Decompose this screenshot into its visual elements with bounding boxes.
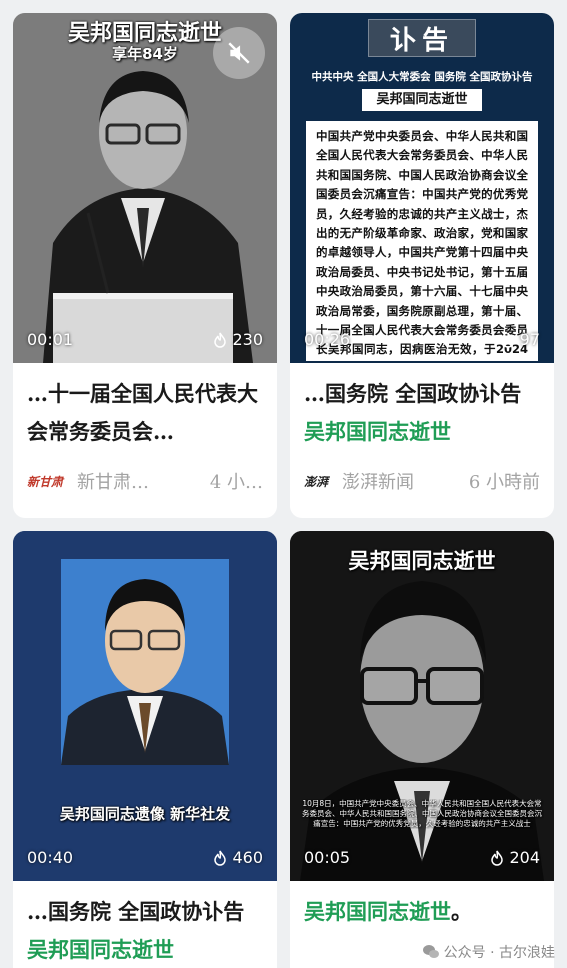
- title-text: …国务院 全国政协讣告: [27, 899, 245, 924]
- notice-badge: 讣告: [368, 19, 476, 57]
- video-thumbnail[interactable]: 吴邦国同志逝世 10月8日，中国共产党中央委员会、中华人民共和国全国人民代表大会…: [290, 531, 554, 881]
- video-title[interactable]: …十一届全国人民代表大会常务委员会…: [13, 363, 277, 451]
- like-number: 230: [232, 330, 263, 349]
- video-title[interactable]: 吴邦国同志逝世。: [290, 881, 554, 931]
- title-highlight: 吴邦国同志逝世: [304, 899, 451, 924]
- source-logo: 新甘肃: [27, 474, 64, 489]
- video-title[interactable]: …国务院 全国政协讣告吴邦国同志逝世: [290, 363, 554, 451]
- source-name: 新甘肃…: [77, 472, 150, 493]
- source-name: 澎湃新闻: [342, 472, 415, 493]
- like-number: 97: [519, 330, 540, 349]
- mute-button[interactable]: [213, 27, 265, 79]
- title-suffix: 。: [451, 899, 472, 924]
- video-title[interactable]: …国务院 全国政协讣告吴邦国同志逝世: [13, 881, 277, 968]
- caption-small: 10月8日，中国共产党中央委员会、中华人民共和国全国人民代表大会常务委员会、中华…: [302, 799, 542, 828]
- video-thumbnail[interactable]: 吴邦国同志逝世 享年84岁 00:01 230: [13, 13, 277, 363]
- like-number: 460: [232, 848, 263, 867]
- like-number: 204: [509, 848, 540, 867]
- like-count[interactable]: 460: [213, 848, 263, 867]
- notice-title: 吴邦国同志逝世: [362, 89, 482, 111]
- like-count[interactable]: 97: [501, 330, 540, 349]
- video-card-2[interactable]: 讣告 中共中央 全国人大常委会 国务院 全国政协讣告 吴邦国同志逝世 中国共产党…: [290, 13, 554, 518]
- video-card-4[interactable]: 吴邦国同志逝世 10月8日，中国共产党中央委员会、中华人民共和国全国人民代表大会…: [290, 531, 554, 968]
- post-time: 6 小時前: [468, 472, 540, 493]
- source-row[interactable]: 新甘肃 新甘肃… 4 小…: [13, 461, 277, 501]
- video-duration: 00:26: [304, 330, 351, 349]
- flame-icon: [214, 332, 227, 348]
- video-duration: 00:05: [304, 848, 351, 867]
- watermark: 公众号 · 古尔浪娃: [422, 942, 555, 962]
- mute-icon: [228, 42, 250, 64]
- wechat-icon: [422, 945, 439, 958]
- video-duration: 00:40: [27, 848, 74, 867]
- portrait-photo: [13, 531, 277, 881]
- caption-title: 吴邦国同志遗像 新华社发: [59, 805, 231, 823]
- video-card-3[interactable]: 吴邦国同志遗像 新华社发 00:40 460 …国务院 全国政协讣告吴邦国同志逝…: [13, 531, 277, 968]
- watermark-text: 公众号 · 古尔浪娃: [443, 945, 555, 961]
- source-row[interactable]: 澎湃 澎湃新闻 6 小時前: [290, 461, 554, 501]
- like-count[interactable]: 230: [213, 330, 263, 349]
- source-logo: 澎湃: [304, 474, 329, 489]
- title-text: …国务院 全国政协讣告: [304, 381, 522, 406]
- post-time: 4 小…: [209, 472, 263, 493]
- video-thumbnail[interactable]: 吴邦国同志遗像 新华社发 00:40 460: [13, 531, 277, 881]
- flame-icon: [501, 332, 514, 348]
- video-thumbnail[interactable]: 讣告 中共中央 全国人大常委会 国务院 全国政协讣告 吴邦国同志逝世 中国共产党…: [290, 13, 554, 363]
- like-count[interactable]: 204: [490, 848, 540, 867]
- title-highlight: 吴邦国同志逝世: [304, 419, 451, 444]
- notice-header: 中共中央 全国人大常委会 国务院 全国政协讣告: [311, 71, 533, 83]
- flame-icon: [214, 850, 227, 866]
- title-text: …十一届全国人民代表大会常务委员会…: [27, 381, 258, 444]
- caption-title: 吴邦国同志逝世: [348, 549, 496, 573]
- notice-body: 中国共产党中央委员会、中华人民共和国全国人民代表大会常务委员会、中华人民共和国国…: [306, 121, 538, 363]
- video-card-1[interactable]: 吴邦国同志逝世 享年84岁 00:01 230 …十一届全国人民代表大会常务委员…: [13, 13, 277, 518]
- video-duration: 00:01: [27, 330, 74, 349]
- flame-icon: [491, 850, 504, 866]
- title-highlight: 吴邦国同志逝世: [27, 937, 174, 962]
